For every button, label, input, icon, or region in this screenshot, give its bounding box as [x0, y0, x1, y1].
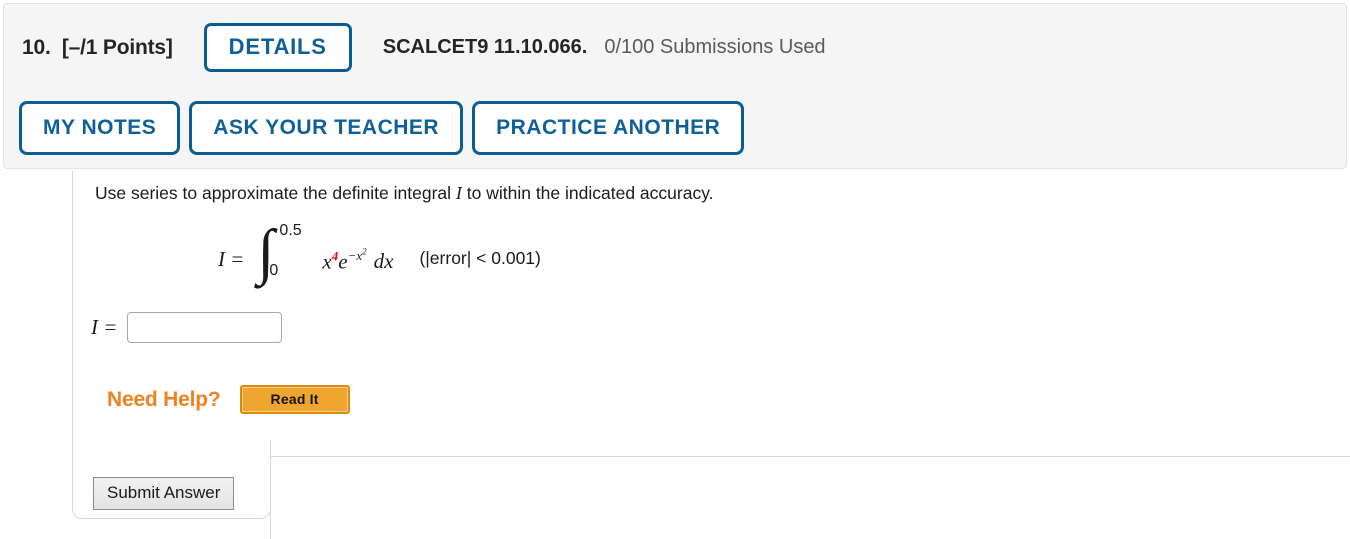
details-button[interactable]: DETAILS	[203, 23, 352, 72]
ask-your-teacher-button[interactable]: ASK YOUR TEACHER	[189, 101, 464, 155]
integrand-expression: x4e−x2 dx	[322, 247, 393, 274]
integral-lower-limit: 0	[269, 262, 279, 279]
integral-with-limits: ∫ 0.5 0	[257, 221, 301, 282]
answer-input[interactable]	[127, 312, 283, 343]
integrand-e: e	[338, 249, 348, 274]
question-number: 10.	[22, 35, 51, 59]
prompt-text-after: to within the indicated accuracy.	[461, 183, 714, 203]
submit-answer-button[interactable]: Submit Answer	[93, 477, 235, 510]
question-header-panel: 10. [–/1 Points] DETAILS SCALCET9 11.10.…	[3, 3, 1347, 169]
header-action-row: MY NOTES ASK YOUR TEACHER PRACTICE ANOTH…	[19, 101, 753, 155]
error-tolerance-note: (|error| < 0.001)	[419, 248, 541, 268]
submissions-used-label: 0/100 Submissions Used	[604, 36, 826, 58]
integral-upper-limit: 0.5	[279, 222, 302, 239]
integrand-base: x	[322, 249, 332, 274]
read-it-button[interactable]: Read It	[239, 385, 350, 414]
answer-row: I =	[91, 312, 283, 343]
integral-expression: I = ∫ 0.5 0 x4e−x2 dx (|error| < 0.001)	[218, 221, 541, 282]
answer-label: I =	[91, 315, 118, 339]
footer-right-panel	[270, 456, 1350, 539]
integrand-e-exponent: −x2	[347, 247, 367, 264]
integrand-e-exponent-base: −x	[347, 248, 363, 264]
my-notes-button[interactable]: MY NOTES	[19, 101, 181, 155]
assignment-code: SCALCET9 11.10.066.	[382, 36, 588, 58]
question-body-panel: Use series to approximate the definite i…	[72, 171, 1350, 461]
math-lhs-label: I =	[218, 247, 245, 271]
header-top-row: 10. [–/1 Points] DETAILS SCALCET9 11.10.…	[22, 23, 826, 72]
need-help-row: Need Help? Read It	[107, 385, 350, 414]
question-prompt: Use series to approximate the definite i…	[95, 183, 714, 204]
points-label: 10. [–/1 Points]	[22, 36, 173, 60]
need-help-label: Need Help?	[107, 387, 221, 411]
prompt-text-before: Use series to approximate the definite i…	[95, 183, 456, 203]
differential-dx: dx	[373, 249, 394, 274]
points-value: [–/1 Points]	[61, 35, 173, 59]
practice-another-button[interactable]: PRACTICE ANOTHER	[472, 101, 745, 155]
integrand-e-exponent-power: 2	[362, 247, 367, 257]
